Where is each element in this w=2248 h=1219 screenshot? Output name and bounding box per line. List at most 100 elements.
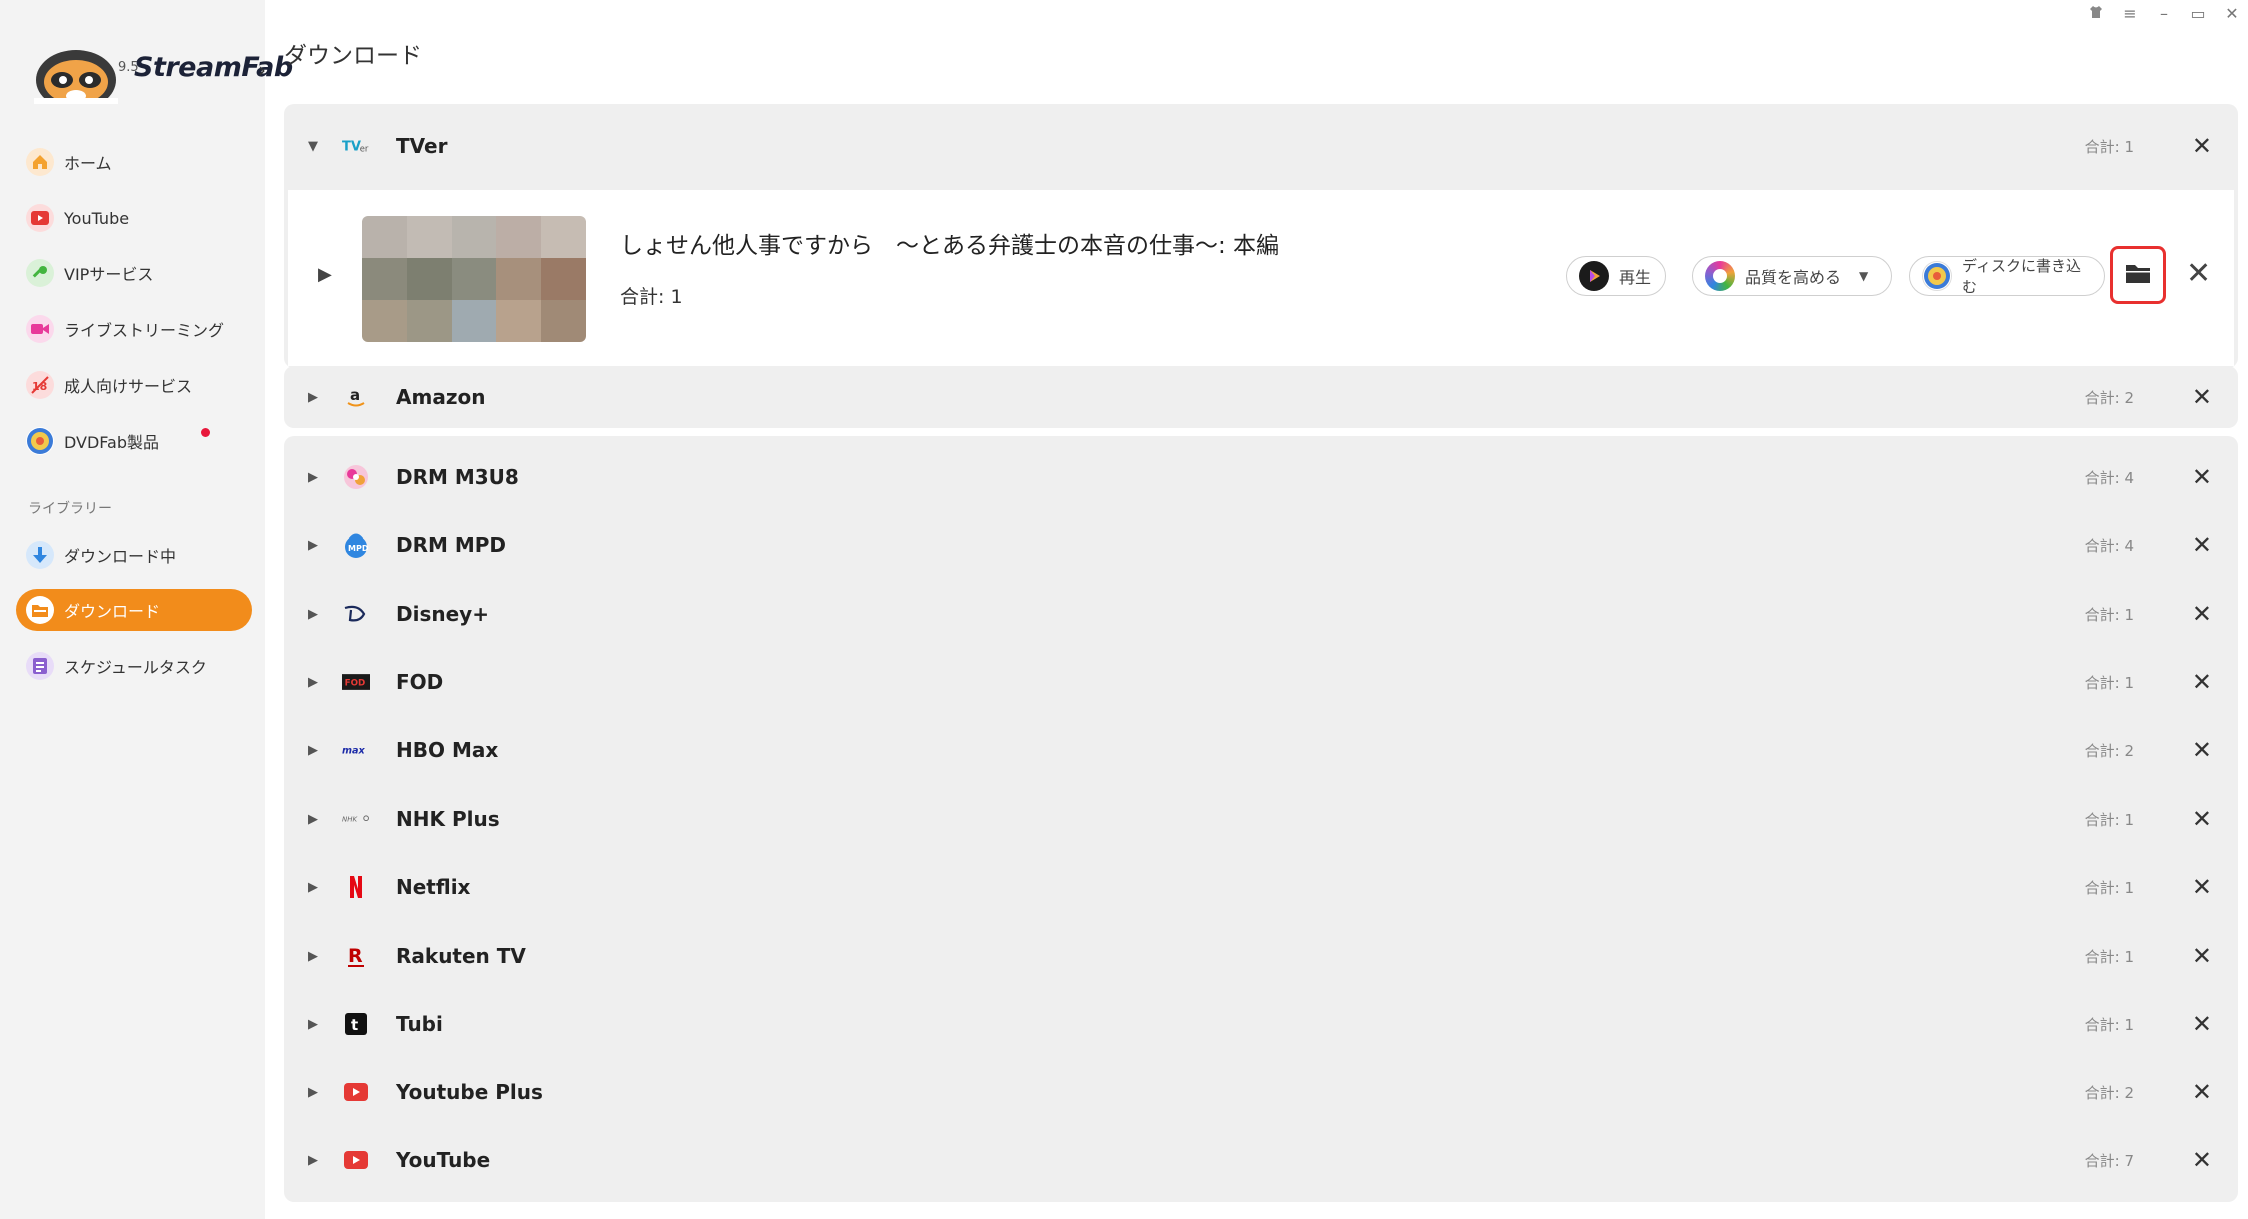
burn-to-disc-button[interactable]: ディスクに書き込む <box>1909 256 2105 296</box>
expand-triangle-icon[interactable]: ▶ <box>308 812 318 827</box>
sidebar-item-live-streaming[interactable]: ライブストリーミング <box>16 308 252 350</box>
expand-triangle-icon[interactable]: ▶ <box>318 264 332 285</box>
remove-item-close-icon[interactable]: ✕ <box>2186 256 2211 291</box>
group-count: 合計: 1 <box>2084 947 2134 966</box>
group-count: 合計: 1 <box>2084 878 2134 897</box>
close-icon[interactable]: ✕ <box>2192 1146 2212 1174</box>
expand-triangle-icon[interactable]: ▶ <box>308 607 318 622</box>
sidebar-item-home[interactable]: ホーム <box>16 141 252 183</box>
close-icon[interactable]: ✕ <box>2222 4 2242 23</box>
group-count: 合計: 4 <box>2084 536 2134 555</box>
expand-triangle-icon[interactable]: ▶ <box>308 1153 318 1168</box>
chevron-down-icon[interactable]: ▼ <box>1859 269 1868 283</box>
sloth-logo-icon <box>34 50 118 104</box>
app-name: StreamFab <box>134 52 293 83</box>
sidebar-item-vip-services[interactable]: VIPサービス <box>16 252 252 294</box>
group-name: Netflix <box>396 875 471 899</box>
group-header-drm-mpd[interactable]: ▶ MPD DRM MPD 合計: 4 ✕ <box>284 511 2238 579</box>
svg-text:R: R <box>348 945 363 967</box>
group-header-fod[interactable]: ▶ FOD FOD 合計: 1 ✕ <box>284 648 2238 716</box>
group-count: 合計: 4 <box>2084 468 2134 487</box>
close-icon[interactable]: ✕ <box>2192 1010 2212 1038</box>
key-icon <box>26 259 54 287</box>
group-header-hbo-max[interactable]: ▶ max HBO Max 合計: 2 ✕ <box>284 716 2238 784</box>
sidebar-item-label: ホーム <box>64 154 112 173</box>
group-header-amazon[interactable]: ▶ a Amazon 合計: 2 ✕ <box>284 363 2238 431</box>
page-title: ダウンロード <box>284 43 422 69</box>
sidebar-item-label: ダウンロード中 <box>64 547 177 566</box>
group-name: YouTube <box>396 1148 491 1172</box>
expand-triangle-icon[interactable]: ▶ <box>308 949 318 964</box>
close-icon[interactable]: ✕ <box>2192 805 2212 833</box>
expand-triangle-icon[interactable]: ▶ <box>308 675 318 690</box>
tver-icon: TV er <box>342 132 370 160</box>
open-folder-button[interactable] <box>2110 246 2166 304</box>
maximize-icon[interactable]: ▭ <box>2188 4 2208 23</box>
close-icon[interactable]: ✕ <box>2192 132 2212 160</box>
task-list-icon <box>26 652 54 680</box>
menu-icon[interactable]: ≡ <box>2120 4 2140 23</box>
sidebar-item-dvdfab-products[interactable]: DVDFab製品 <box>16 420 252 462</box>
video-thumbnail[interactable] <box>362 216 586 342</box>
close-icon[interactable]: ✕ <box>2192 463 2212 491</box>
group-count: 合計: 2 <box>2084 388 2134 407</box>
close-icon[interactable]: ✕ <box>2192 383 2212 411</box>
group-name: Youtube Plus <box>396 1080 543 1104</box>
sidebar-item-adult-services[interactable]: 18 成人向けサービス <box>16 364 252 406</box>
expand-triangle-icon[interactable]: ▶ <box>308 743 318 758</box>
sidebar-item-scheduled-tasks[interactable]: スケジュールタスク <box>16 645 252 687</box>
group-header-nhk-plus[interactable]: ▶ NHK NHK Plus 合計: 1 ✕ <box>284 785 2238 853</box>
enhance-quality-dropdown[interactable]: 品質を高める ▼ <box>1692 256 1892 296</box>
close-icon[interactable]: ✕ <box>2192 600 2212 628</box>
app-window: 9.5 StreamFab › ホーム YouTube VIPサービス ライブス… <box>0 0 2248 1219</box>
close-icon[interactable]: ✕ <box>2192 531 2212 559</box>
sidebar-item-label: ライブストリーミング <box>64 321 225 340</box>
download-item-row: ▶ しょせん他人事ですから ～とある弁護士の本音の仕事～: 本編 合計: 1 再… <box>288 190 2234 366</box>
expand-triangle-icon[interactable]: ▶ <box>308 1017 318 1032</box>
notification-dot <box>201 428 210 437</box>
group-header-drm-m3u8[interactable]: ▶ DRM M3U8 合計: 4 ✕ <box>284 443 2238 511</box>
minimize-icon[interactable]: – <box>2154 4 2174 23</box>
expand-triangle-icon[interactable]: ▶ <box>308 470 318 485</box>
close-icon[interactable]: ✕ <box>2192 668 2212 696</box>
group-count: 合計: 1 <box>2084 1015 2134 1034</box>
hbo-max-icon: max <box>342 736 370 764</box>
svg-text:NHK: NHK <box>342 815 359 823</box>
play-button[interactable]: 再生 <box>1566 256 1667 296</box>
group-name: NHK Plus <box>396 807 500 831</box>
group-header-rakuten-tv[interactable]: ▶ R Rakuten TV 合計: 1 ✕ <box>284 922 2238 990</box>
group-header-disney-plus[interactable]: ▶ Disney+ 合計: 1 ✕ <box>284 580 2238 648</box>
app-logo[interactable]: 9.5 StreamFab › <box>30 36 293 106</box>
sidebar-item-label: DVDFab製品 <box>64 433 160 452</box>
folder-icon <box>2125 262 2151 288</box>
sidebar-item-label: 成人向けサービス <box>64 377 193 396</box>
chevron-right-icon[interactable]: › <box>258 58 266 82</box>
sidebar-item-downloads[interactable]: ダウンロード <box>16 589 252 631</box>
close-icon[interactable]: ✕ <box>2192 736 2212 764</box>
shirt-icon[interactable] <box>2086 4 2106 23</box>
sidebar: 9.5 StreamFab › ホーム YouTube VIPサービス ライブス… <box>0 0 293 1219</box>
play-label: 再生 <box>1619 268 1652 287</box>
library-section-label: ライブラリー <box>28 501 112 517</box>
group-header-tubi[interactable]: ▶ t Tubi 合計: 1 ✕ <box>284 990 2238 1058</box>
expand-triangle-icon[interactable]: ▶ <box>308 880 318 895</box>
group-name: HBO Max <box>396 738 499 762</box>
close-icon[interactable]: ✕ <box>2192 873 2212 901</box>
enhance-icon <box>1705 261 1735 291</box>
group-count: 合計: 1 <box>2084 605 2134 624</box>
video-camera-icon <box>26 315 54 343</box>
expand-triangle-icon[interactable]: ▶ <box>308 390 318 405</box>
group-header-youtube-plus[interactable]: ▶ Youtube Plus 合計: 2 ✕ <box>284 1058 2238 1126</box>
group-name: TVer <box>396 134 448 158</box>
sidebar-item-youtube[interactable]: YouTube <box>16 197 252 239</box>
close-icon[interactable]: ✕ <box>2192 942 2212 970</box>
close-icon[interactable]: ✕ <box>2192 1078 2212 1106</box>
collapse-triangle-icon[interactable]: ▼ <box>308 139 318 154</box>
expand-triangle-icon[interactable]: ▶ <box>308 1085 318 1100</box>
group-header-netflix[interactable]: ▶ Netflix 合計: 1 ✕ <box>284 853 2238 921</box>
group-header-tver[interactable]: ▼ TV er TVer 合計: 1 ✕ <box>284 112 2238 180</box>
burn-label: ディスクに書き込む <box>1962 257 2081 296</box>
group-header-youtube[interactable]: ▶ YouTube 合計: 7 ✕ <box>284 1126 2238 1194</box>
expand-triangle-icon[interactable]: ▶ <box>308 538 318 553</box>
sidebar-item-downloading[interactable]: ダウンロード中 <box>16 534 252 576</box>
